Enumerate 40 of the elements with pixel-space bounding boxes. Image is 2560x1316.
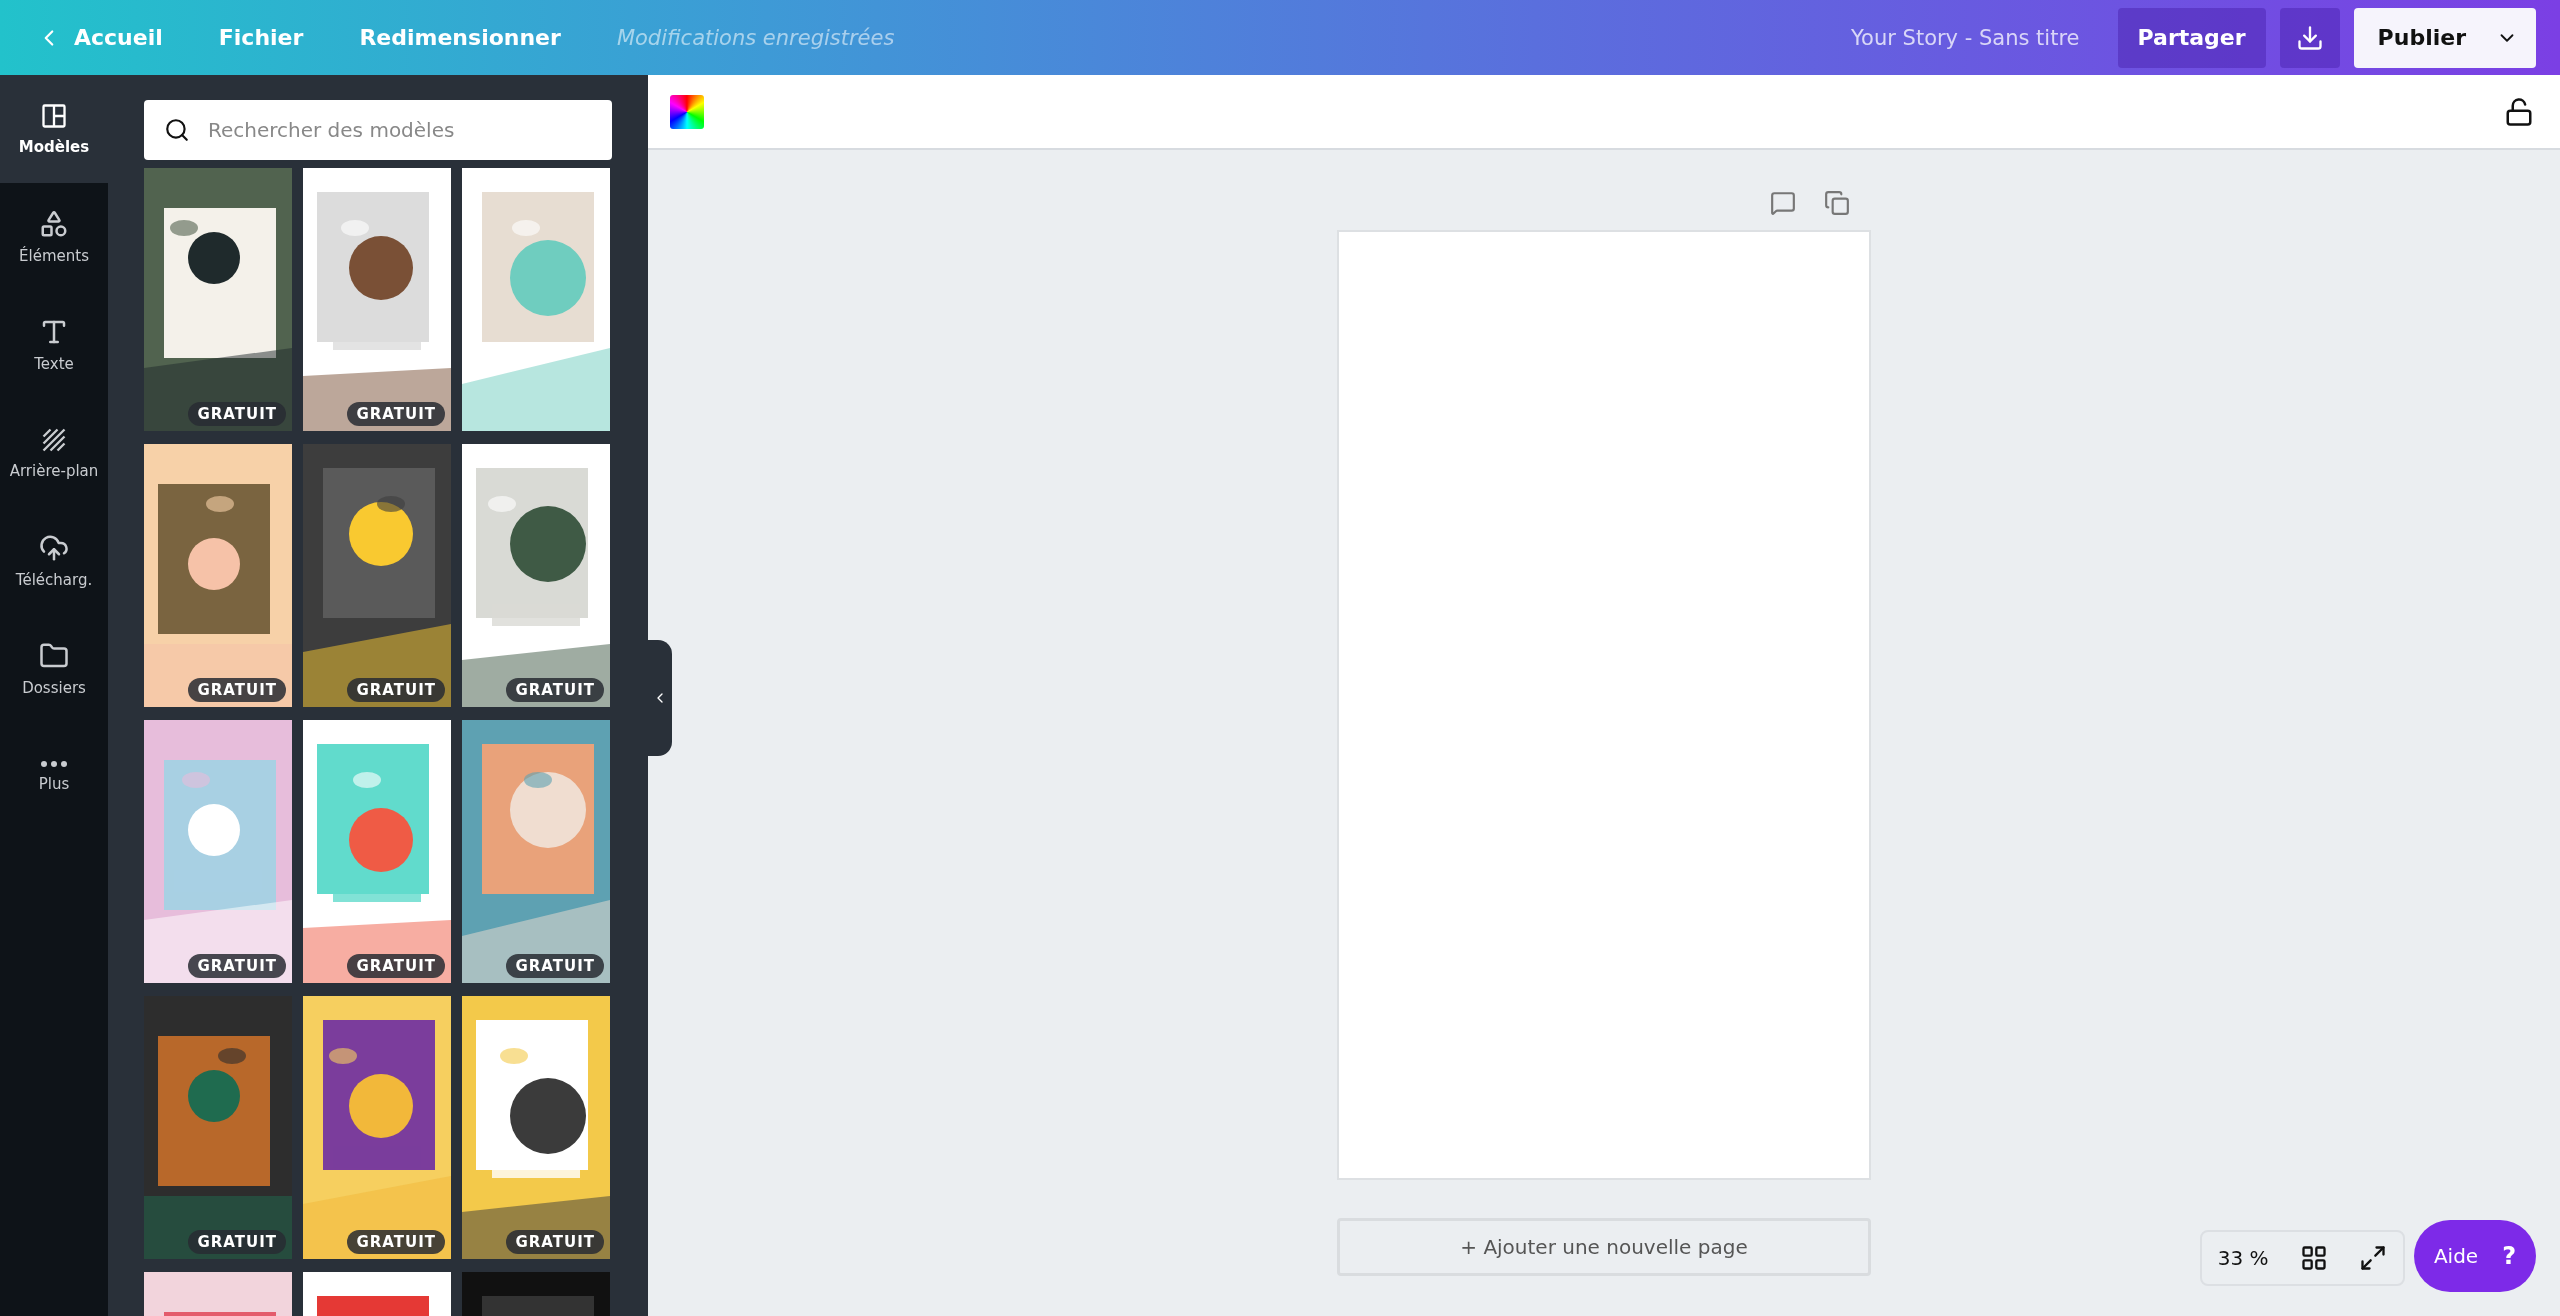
search-icon xyxy=(164,117,190,143)
download-icon xyxy=(2295,23,2324,52)
comment-icon xyxy=(1770,190,1796,216)
sidebar-item[interactable]: Modèles xyxy=(0,75,108,183)
expand-icon xyxy=(2359,1244,2388,1272)
upload-icon xyxy=(39,533,69,563)
download-button[interactable] xyxy=(2279,7,2340,68)
free-badge: GRATUIT xyxy=(188,678,286,702)
free-badge: GRATUIT xyxy=(188,402,286,426)
free-badge: GRATUIT xyxy=(347,1230,445,1254)
free-badge: GRATUIT xyxy=(188,1230,286,1254)
shapes-icon xyxy=(39,209,69,239)
free-badge: GRATUIT xyxy=(188,954,286,978)
free-badge: GRATUIT xyxy=(347,678,445,702)
duplicate-button[interactable] xyxy=(1824,190,1850,216)
collapse-handle[interactable] xyxy=(648,640,672,756)
unlock-icon xyxy=(2504,96,2534,127)
publish-button[interactable]: Publier xyxy=(2353,7,2536,68)
help-button[interactable]: Aide ? xyxy=(2414,1220,2536,1292)
save-status: Modifications enregistrées xyxy=(616,25,895,50)
fullscreen-button[interactable] xyxy=(2359,1244,2388,1272)
add-page-button[interactable]: + Ajouter une nouvelle page xyxy=(1337,1218,1871,1276)
grid-view-button[interactable] xyxy=(2299,1244,2328,1272)
grid-icon xyxy=(2299,1244,2328,1272)
free-badge: GRATUIT xyxy=(506,678,604,702)
copy-icon xyxy=(1824,190,1850,216)
search-field[interactable]: Rechercher des modèles xyxy=(144,100,612,160)
more-icon xyxy=(41,761,67,767)
document-title: Your Story - Sans titre xyxy=(1851,25,2080,50)
color-swatch[interactable] xyxy=(670,94,704,129)
free-badge: GRATUIT xyxy=(506,1230,604,1254)
stripes-icon xyxy=(40,426,68,454)
free-badge: GRATUIT xyxy=(347,402,445,426)
free-badge: GRATUIT xyxy=(347,954,445,978)
layout-icon xyxy=(40,102,68,130)
free-badge: GRATUIT xyxy=(506,954,604,978)
zoom-level[interactable]: 33 % xyxy=(2217,1246,2269,1270)
share-button[interactable]: Partager xyxy=(2117,7,2266,68)
comment-button[interactable] xyxy=(1770,190,1796,216)
lock-button[interactable] xyxy=(2504,96,2534,127)
